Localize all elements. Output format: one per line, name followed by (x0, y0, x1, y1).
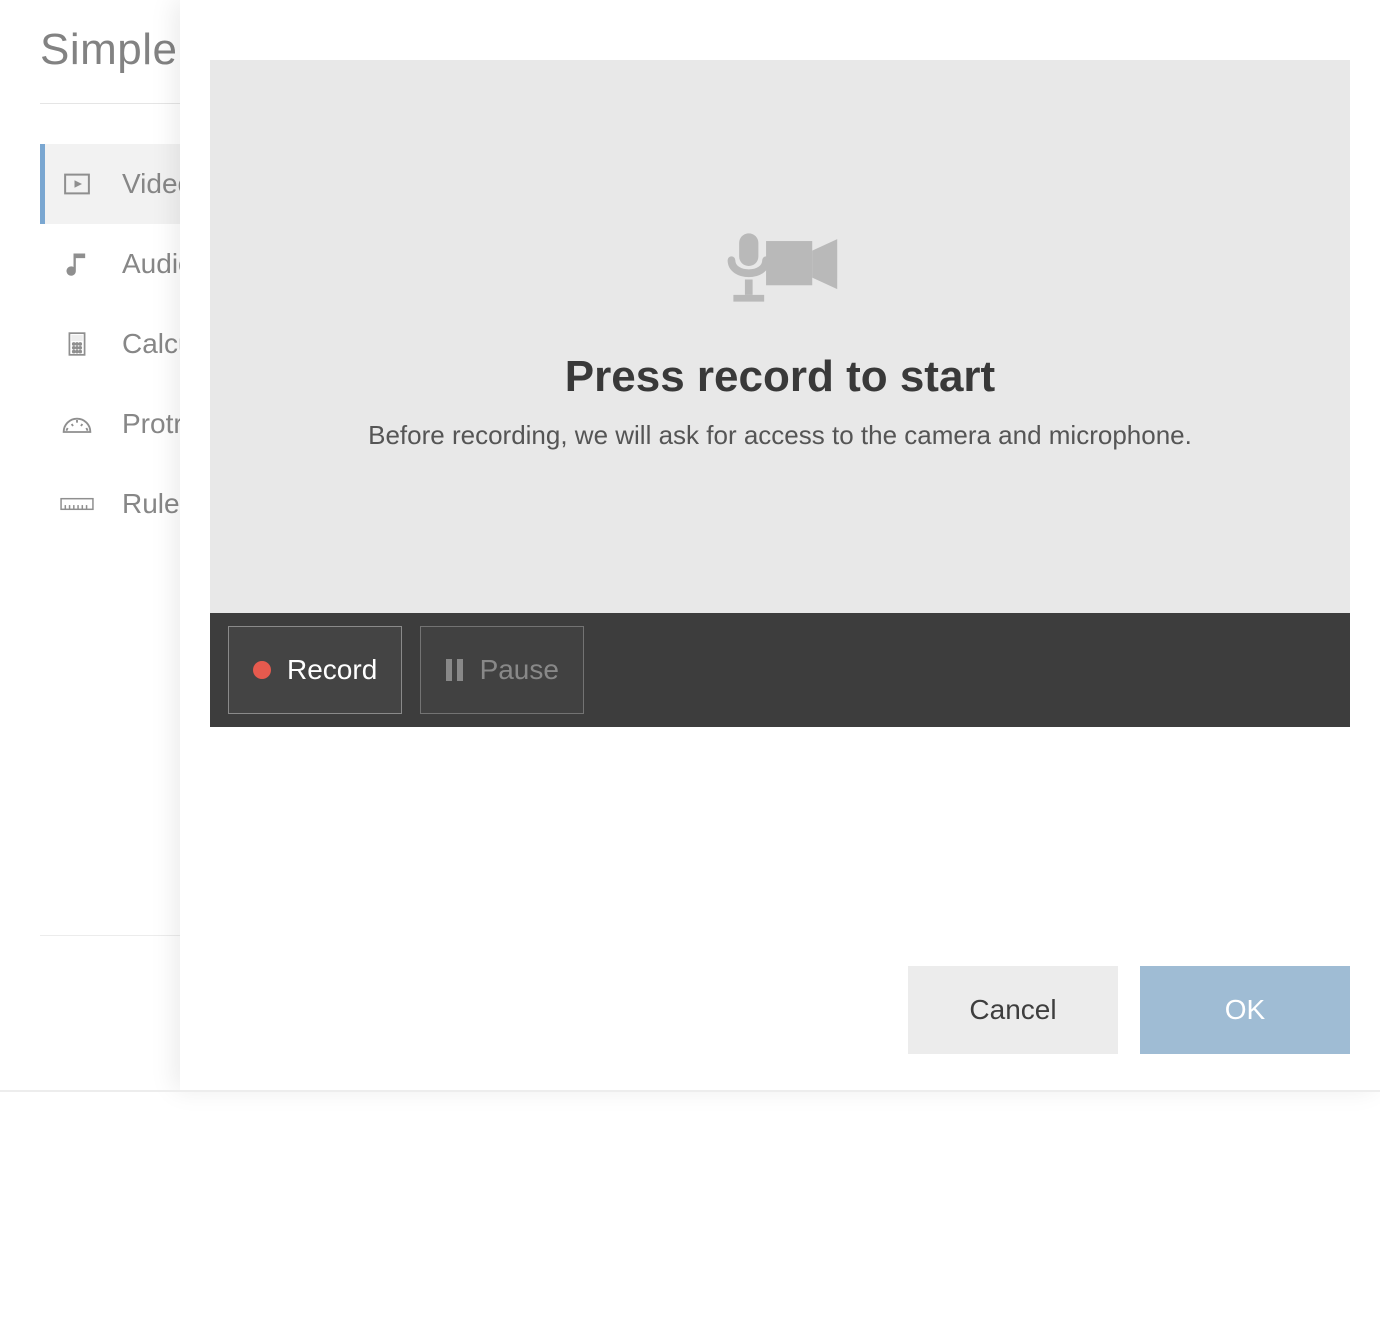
page-bottom-edge (0, 1090, 1380, 1092)
protractor-icon (60, 407, 94, 441)
music-note-icon (60, 247, 94, 281)
record-dot-icon (253, 661, 271, 679)
record-button[interactable]: Record (228, 626, 402, 714)
record-modal: Press record to start Before recording, … (180, 0, 1380, 1090)
preview-subtext: Before recording, we will ask for access… (368, 420, 1192, 451)
spacer (180, 727, 1380, 966)
recording-controls: Record Pause (210, 613, 1350, 727)
pause-button[interactable]: Pause (420, 626, 584, 714)
preview-heading: Press record to start (565, 352, 995, 402)
pause-icon (446, 659, 464, 681)
record-label: Record (287, 654, 377, 686)
ok-button[interactable]: OK (1140, 966, 1350, 1054)
calculator-icon (60, 327, 94, 361)
play-box-icon (60, 167, 94, 201)
preview-area: Press record to start Before recording, … (210, 60, 1350, 613)
mic-camera-icon (718, 222, 843, 312)
pause-label: Pause (480, 654, 559, 686)
sidebar-item-label: Ruler (122, 488, 189, 520)
cancel-button[interactable]: Cancel (908, 966, 1118, 1054)
ruler-icon (60, 487, 94, 521)
modal-footer: Cancel OK (180, 966, 1380, 1090)
